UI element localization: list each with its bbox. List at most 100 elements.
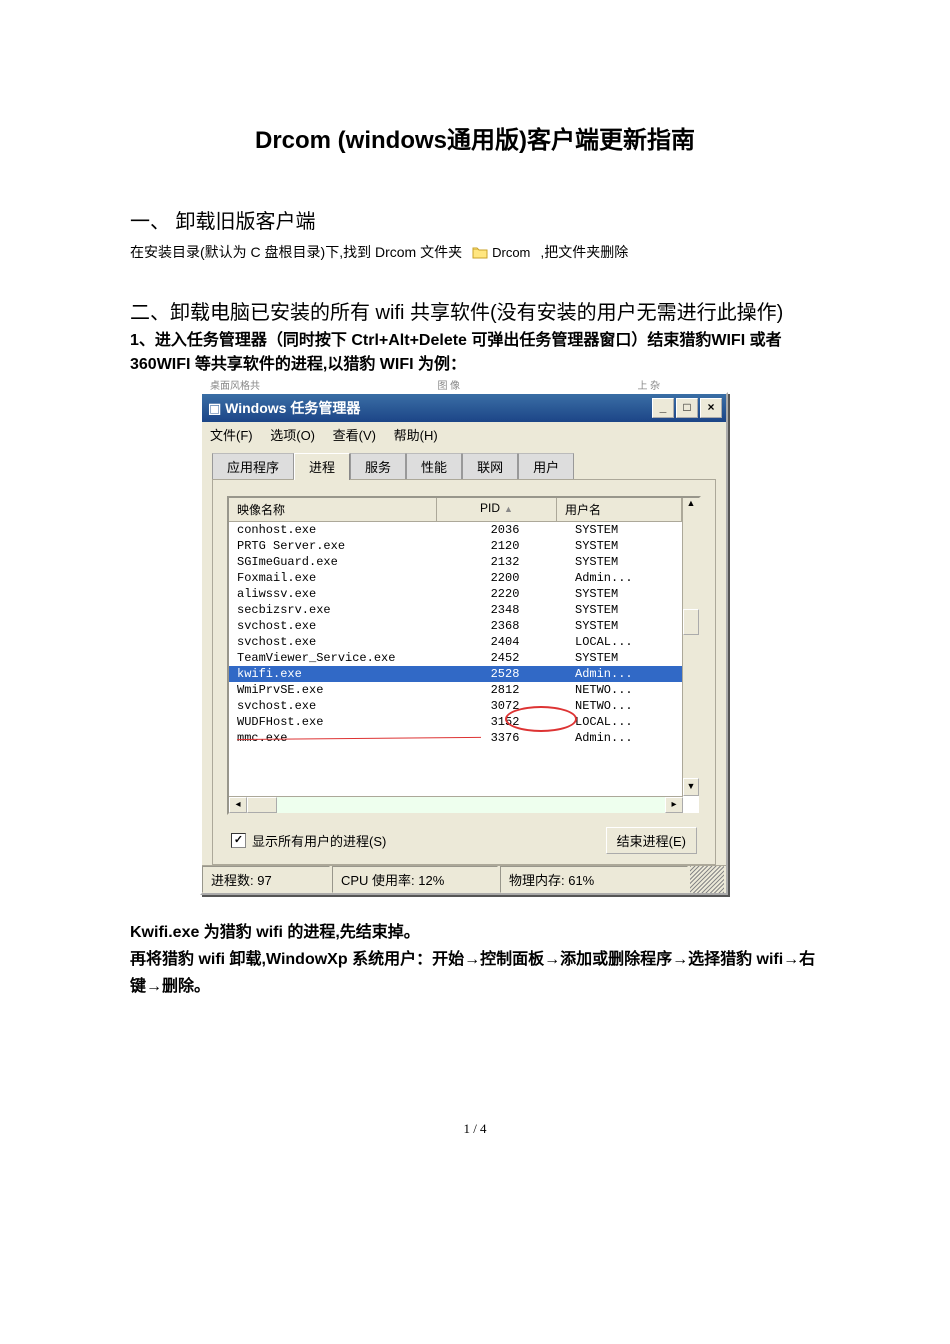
bg-strip: 桌面风格共 图 像 上 杂: [200, 377, 820, 392]
scroll-right-button[interactable]: ▸: [665, 797, 683, 813]
cell-user: LOCAL...: [565, 635, 699, 649]
table-row[interactable]: svchost.exe3072NETWO...: [229, 698, 699, 714]
cell-pid: 3072: [445, 699, 565, 713]
section2-heading: 二、卸载电脑已安装的所有 wifi 共享软件(没有安装的用户无需进行此操作): [130, 296, 820, 325]
status-memory: 物理内存: 61%: [500, 866, 688, 893]
cell-user: SYSTEM: [565, 587, 699, 601]
post-text-2: 再将猎豹 wifi 卸载,WindowXp 系统用户：开始→控制面板→添加或删除…: [130, 946, 820, 1000]
cell-name: secbizsrv.exe: [229, 603, 445, 617]
folder-label: Drcom: [492, 242, 530, 264]
col-user[interactable]: 用户名: [557, 498, 682, 521]
cell-user: SYSTEM: [565, 523, 699, 537]
table-row[interactable]: WUDFHost.exe3152LOCAL...: [229, 714, 699, 730]
strip-r: 上 杂: [638, 377, 661, 392]
table-row[interactable]: PRTG Server.exe2120SYSTEM: [229, 538, 699, 554]
cell-name: Foxmail.exe: [229, 571, 445, 585]
cell-pid: 2368: [445, 619, 565, 633]
menu-view[interactable]: 查看(V): [333, 428, 376, 443]
table-row[interactable]: aliwssv.exe2220SYSTEM: [229, 586, 699, 602]
drcom-folder-icon: Drcom: [466, 240, 536, 266]
window-title: ▣ Windows 任务管理器: [208, 398, 360, 418]
table-row[interactable]: WmiPrvSE.exe2812NETWO...: [229, 682, 699, 698]
cell-user: Admin...: [565, 731, 699, 745]
menu-help[interactable]: 帮助(H): [394, 428, 438, 443]
cell-name: svchost.exe: [229, 635, 445, 649]
cell-user: Admin...: [565, 667, 699, 681]
cell-pid: 2200: [445, 571, 565, 585]
instruction-1: 1、进入任务管理器（同时按下 Ctrl+Alt+Delete 可弹出任务管理器窗…: [130, 329, 820, 377]
cell-user: NETWO...: [565, 699, 699, 713]
titlebar[interactable]: ▣ Windows 任务管理器 _ □ ×: [202, 394, 726, 422]
cell-name: TeamViewer_Service.exe: [229, 651, 445, 665]
tab-network[interactable]: 联网: [462, 453, 518, 479]
maximize-button[interactable]: □: [676, 398, 698, 418]
section1-text-1: 在安装目录(默认为 C 盘根目录)下,找到 Drcom 文件夹: [130, 241, 462, 265]
cell-pid: 2528: [445, 667, 565, 681]
folder-icon: [472, 246, 488, 260]
scroll-left-button[interactable]: ◂: [229, 797, 247, 813]
cell-pid: 2120: [445, 539, 565, 553]
table-row[interactable]: svchost.exe2368SYSTEM: [229, 618, 699, 634]
cell-pid: 2348: [445, 603, 565, 617]
task-manager-window: ▣ Windows 任务管理器 _ □ × 文件(F) 选项(O) 查看(V) …: [200, 392, 728, 895]
page-number: 1 / 4: [130, 1121, 820, 1137]
table-row[interactable]: SGImeGuard.exe2132SYSTEM: [229, 554, 699, 570]
tab-performance[interactable]: 性能: [406, 453, 462, 479]
cell-pid: 2132: [445, 555, 565, 569]
cell-name: SGImeGuard.exe: [229, 555, 445, 569]
post-text-1: Kwifi.exe 为猎豹 wifi 的进程,先结束掉。: [130, 919, 820, 946]
cell-user: SYSTEM: [565, 619, 699, 633]
checkbox-icon: ✓: [231, 833, 246, 848]
hscroll-thumb[interactable]: [247, 797, 277, 813]
doc-title: Drcom (windows通用版)客户端更新指南: [130, 120, 820, 155]
cell-user: Admin...: [565, 571, 699, 585]
scroll-up-button[interactable]: ▲: [682, 498, 699, 521]
vscroll-thumb[interactable]: [683, 609, 699, 635]
scroll-down-button[interactable]: ▼: [683, 778, 699, 796]
menu-file[interactable]: 文件(F): [210, 428, 253, 443]
cell-name: WUDFHost.exe: [229, 715, 445, 729]
cell-user: SYSTEM: [565, 651, 699, 665]
close-button[interactable]: ×: [700, 398, 722, 418]
cell-user: SYSTEM: [565, 539, 699, 553]
table-row[interactable]: TeamViewer_Service.exe2452SYSTEM: [229, 650, 699, 666]
table-row[interactable]: mmc.exe3376Admin...: [229, 730, 699, 746]
sort-asc-icon: ▲: [504, 504, 513, 514]
show-all-users-checkbox[interactable]: ✓ 显示所有用户的进程(S): [231, 831, 386, 850]
list-header: 映像名称 PID▲ 用户名 ▲: [229, 498, 699, 522]
table-row[interactable]: Foxmail.exe2200Admin...: [229, 570, 699, 586]
menu-options[interactable]: 选项(O): [270, 428, 315, 443]
vertical-scrollbar[interactable]: ▼: [682, 519, 699, 796]
horizontal-scrollbar[interactable]: ◂ ▸: [229, 796, 683, 813]
cell-user: NETWO...: [565, 683, 699, 697]
cell-pid: 2220: [445, 587, 565, 601]
table-row[interactable]: secbizsrv.exe2348SYSTEM: [229, 602, 699, 618]
resize-grip[interactable]: [690, 866, 724, 893]
tab-services[interactable]: 服务: [350, 453, 406, 479]
table-row[interactable]: svchost.exe2404LOCAL...: [229, 634, 699, 650]
cell-pid: 2812: [445, 683, 565, 697]
cell-name: aliwssv.exe: [229, 587, 445, 601]
table-row[interactable]: conhost.exe2036SYSTEM: [229, 522, 699, 538]
col-pid[interactable]: PID▲: [437, 498, 557, 521]
cell-pid: 3376: [445, 731, 565, 745]
end-process-button[interactable]: 结束进程(E): [606, 827, 697, 854]
col-name[interactable]: 映像名称: [229, 498, 437, 521]
tab-processes[interactable]: 进程: [294, 453, 350, 480]
section1-heading: 一、 卸载旧版客户端: [130, 205, 820, 234]
cell-name: svchost.exe: [229, 619, 445, 633]
minimize-button[interactable]: _: [652, 398, 674, 418]
tab-applications[interactable]: 应用程序: [212, 453, 294, 479]
cell-pid: 2036: [445, 523, 565, 537]
strip-l: 桌面风格共: [210, 377, 260, 392]
tab-strip: 应用程序 进程 服务 性能 联网 用户: [202, 447, 726, 479]
status-bar: 进程数: 97 CPU 使用率: 12% 物理内存: 61%: [202, 865, 726, 893]
cell-name: conhost.exe: [229, 523, 445, 537]
cell-name: PRTG Server.exe: [229, 539, 445, 553]
cell-pid: 2452: [445, 651, 565, 665]
status-cpu: CPU 使用率: 12%: [332, 866, 498, 893]
table-row[interactable]: kwifi.exe2528Admin...: [229, 666, 699, 682]
tab-users[interactable]: 用户: [518, 453, 574, 479]
cell-pid: 2404: [445, 635, 565, 649]
cell-name: mmc.exe: [229, 731, 445, 745]
